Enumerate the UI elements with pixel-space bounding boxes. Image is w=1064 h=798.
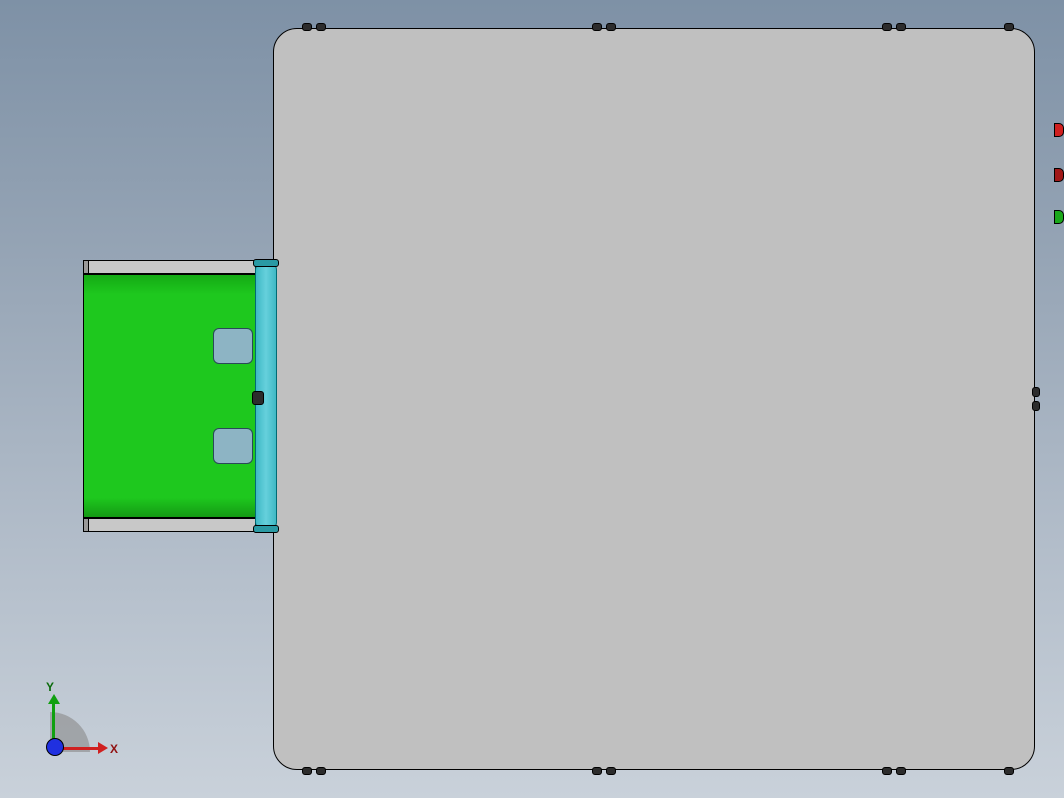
cad-viewport[interactable]: X Y [0, 0, 1064, 798]
fastener-lug [882, 767, 892, 775]
y-axis-arrow [48, 694, 60, 704]
conveyor-assembly[interactable] [83, 260, 263, 532]
roller-center-lug [252, 391, 264, 405]
conveyor-rail-bottom [83, 518, 261, 532]
conveyor-belt [83, 274, 261, 518]
x-axis-label: X [110, 742, 118, 756]
z-axis-dot [46, 738, 64, 756]
conveyor-rail-top [83, 260, 261, 274]
fastener-lug [606, 23, 616, 31]
fastener-lug [316, 767, 326, 775]
fastener-lug [1004, 767, 1014, 775]
fastener-lug [302, 767, 312, 775]
fastener-lug [1004, 23, 1014, 31]
button-green[interactable] [1054, 210, 1064, 224]
y-axis-label: Y [46, 680, 54, 694]
fastener-lug [1032, 387, 1040, 397]
fastener-lug [302, 23, 312, 31]
enclosure-top-plate[interactable] [273, 28, 1035, 770]
fastener-lug [882, 23, 892, 31]
fastener-lug [592, 23, 602, 31]
rail-endcap [83, 518, 89, 532]
fastener-lug [896, 767, 906, 775]
conveyor-roller [255, 262, 277, 530]
button-red[interactable] [1054, 123, 1064, 137]
fastener-lug [896, 23, 906, 31]
button-dark-red[interactable] [1054, 168, 1064, 182]
rail-endcap [83, 260, 89, 274]
fastener-lug [606, 767, 616, 775]
clamp-block [213, 328, 253, 364]
x-axis-arrow [98, 742, 108, 754]
fastener-lug [1032, 401, 1040, 411]
axis-triad[interactable]: X Y [44, 688, 114, 758]
clamp-block [213, 428, 253, 464]
fastener-lug [592, 767, 602, 775]
fastener-lug [316, 23, 326, 31]
